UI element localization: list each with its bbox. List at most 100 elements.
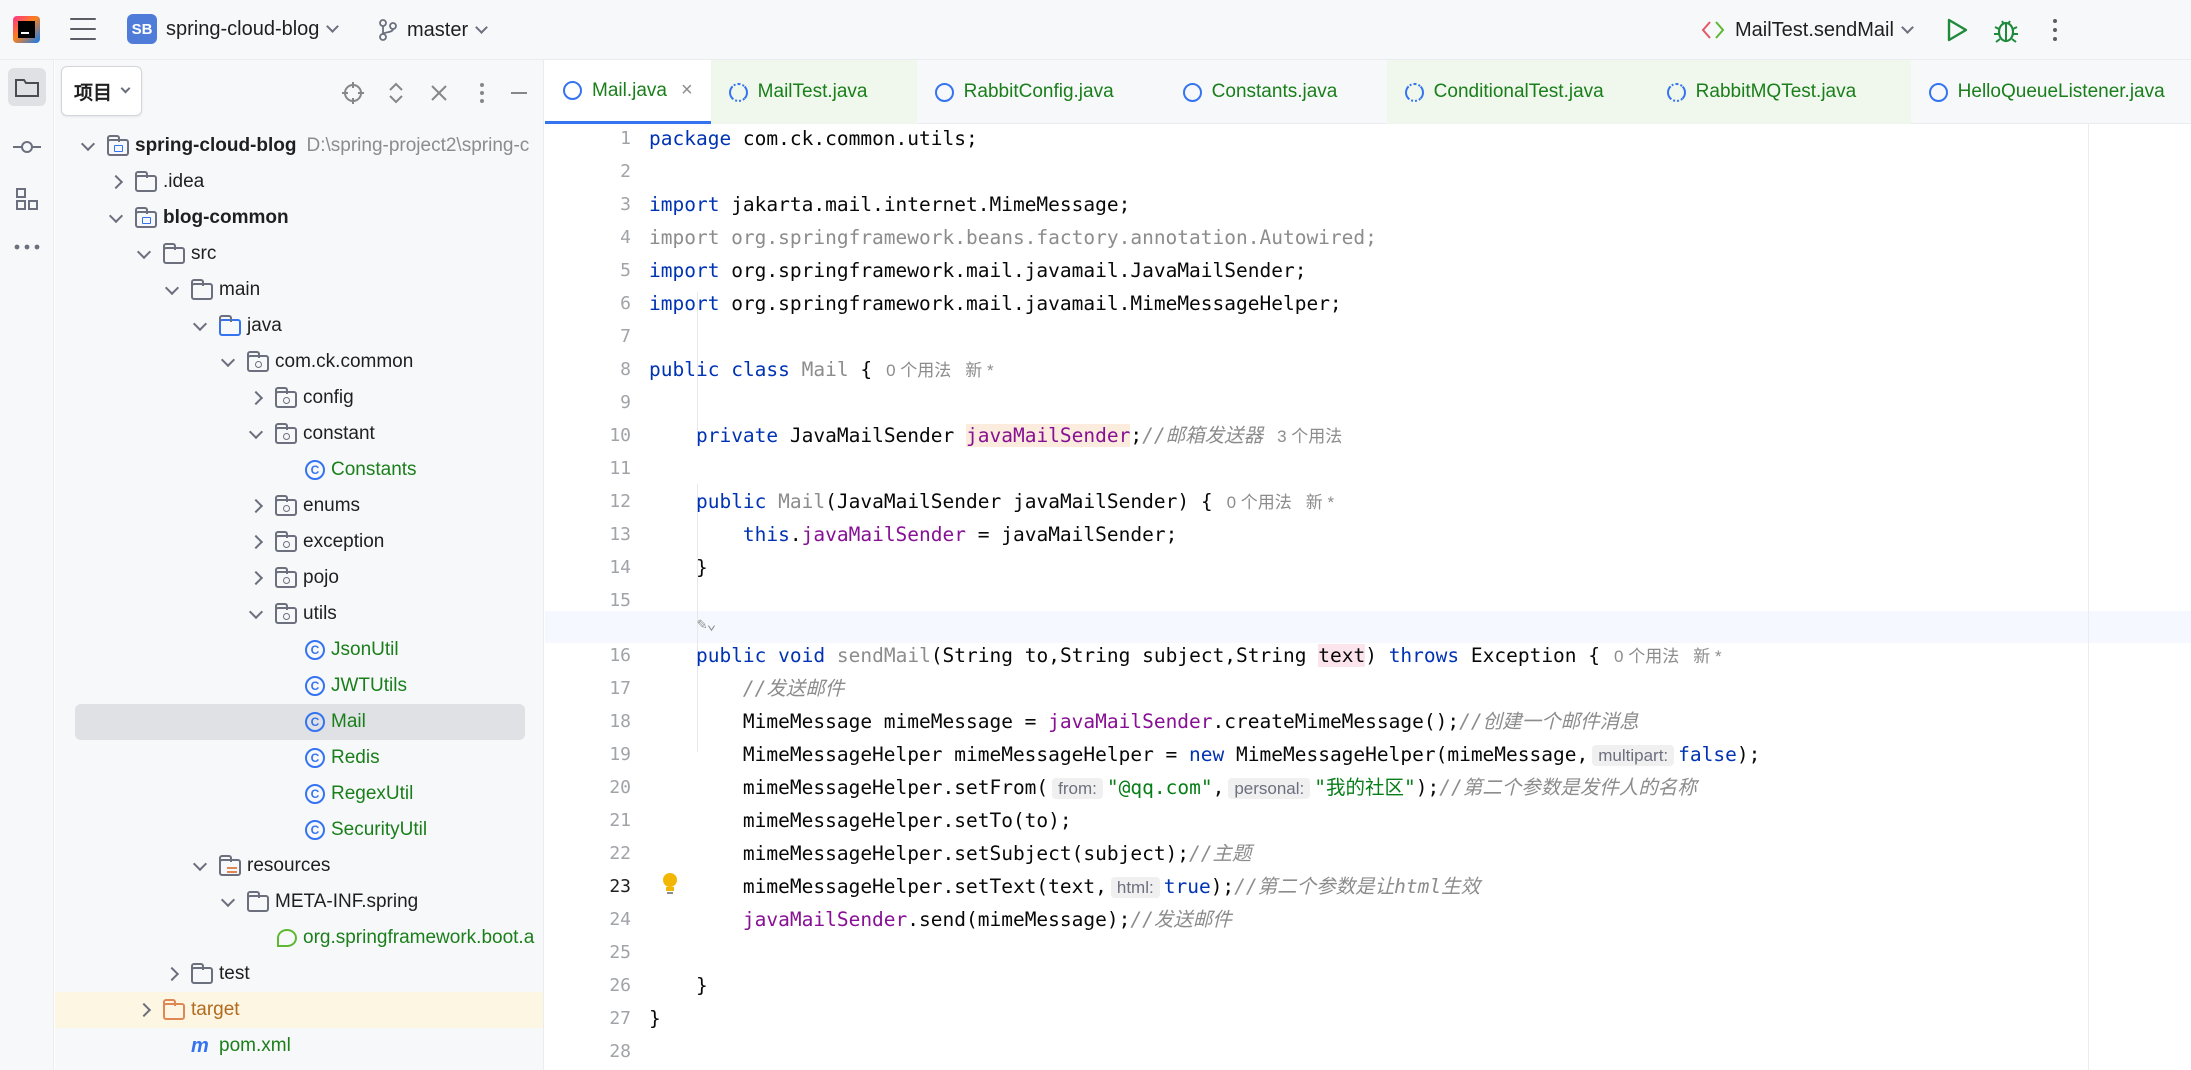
class-icon: C [305,784,325,804]
line-number: 26 [609,975,631,996]
tree-item-selected[interactable]: C Mail [75,704,525,740]
line-number: 8 [620,359,631,380]
package-icon [275,494,297,516]
line-number: 4 [620,227,631,248]
line-number: 11 [609,458,631,479]
tree-item[interactable]: test [55,956,543,992]
project-tool-button[interactable] [8,68,46,106]
chevron-down-icon [475,21,488,34]
tree-item[interactable]: .idea [55,164,543,200]
line-number: 7 [620,326,631,347]
locate-icon[interactable] [342,82,364,104]
more-actions-button[interactable] [2045,16,2065,44]
project-selector[interactable]: SB spring-cloud-blog [127,14,340,44]
tree-item[interactable]: C JWTUtils [55,668,543,704]
debug-button[interactable] [1992,15,2020,45]
tree-item[interactable]: blog-common [55,200,543,236]
line-number: 23 [609,876,631,897]
code-line: import org.springframework.mail.javamail… [649,259,1307,282]
param-hint: personal: [1228,778,1311,799]
structure-icon [16,188,38,210]
tree-item[interactable]: resources [55,848,543,884]
tab-conditionaltest-java[interactable]: ConditionalTest.java [1386,60,1649,124]
excluded-folder-icon [163,998,185,1020]
project-view-selector[interactable]: 项目 [61,66,143,116]
tab-rabbitconfig-java[interactable]: RabbitConfig.java [917,60,1165,124]
code-line: } [695,974,708,997]
tree-item[interactable]: META-INF.spring [55,884,543,920]
code-editor[interactable]: package com.ck.common.utils; import jaka… [649,124,2089,1070]
hide-panel-icon[interactable] [508,82,530,104]
tree-item[interactable]: org.springframework.boot.a [55,920,543,956]
options-icon[interactable] [471,82,493,104]
usage-hint: 0 个用法 [1226,493,1292,512]
folder-icon [135,170,157,192]
tree-item[interactable]: spring-cloud-blog D:\spring-project2\spri… [55,128,543,164]
code-line: public void sendMail(String to,String su… [695,644,1722,667]
project-badge: SB [127,14,157,44]
lightbulb-icon[interactable] [661,872,679,902]
tab-mail-java[interactable]: Mail.java × [545,60,711,124]
branch-selector[interactable]: master [378,14,488,46]
tree-item[interactable]: enums [55,488,543,524]
collapse-all-icon[interactable] [428,82,450,104]
package-icon [275,530,297,552]
line-number: 12 [609,491,631,512]
line-number-gutter: 1 2 3 4 5 6 7 8 9 10 11 12 13 14 15 16 17 18 19 20 21 22 23 24 2… [545,124,641,1070]
line-number: 19 [609,744,631,765]
code-line: javaMailSender.send(mimeMessage);//发送邮件 [742,908,1232,931]
folder-icon [15,79,39,97]
tree-item[interactable]: C JsonUtil [55,632,543,668]
editor-tabs: Mail.java × MailTest.java RabbitConfig.ja… [545,60,2191,124]
main-menu-button[interactable] [70,18,96,40]
code-line: public Mail(JavaMailSender javaMailSende… [695,490,1335,513]
line-number: 22 [609,843,631,864]
chevron-down-icon [120,83,131,94]
tab-helloqueuelistener-java[interactable]: HelloQueueListener.java [1911,60,2183,124]
ellipsis-icon [14,244,40,250]
intellij-logo-icon [13,16,40,43]
tree-item[interactable]: com.ck.common [55,344,543,380]
line-number: 18 [609,711,631,732]
structure-tool-button[interactable] [8,180,46,218]
chevron-down-icon [326,20,340,33]
close-icon[interactable]: × [681,79,693,102]
tree-item[interactable]: target [55,992,543,1028]
tree-item[interactable]: main [55,272,543,308]
tree-item[interactable]: config [55,380,543,416]
tree-item[interactable]: pojo [55,560,543,596]
tab-mailtest-java[interactable]: MailTest.java [710,60,917,124]
tree-item[interactable]: C RegexUtil [55,776,543,812]
project-panel-title: 项目 [74,82,113,104]
class-icon [1928,82,1948,102]
run-button[interactable] [1942,16,1970,44]
expand-all-icon[interactable] [385,82,407,104]
param-hint: html: [1110,877,1160,898]
tree-item[interactable]: m pom.xml [55,1028,543,1064]
tab-rabbitmqtest-java[interactable]: RabbitMQTest.java [1648,60,1911,124]
package-icon [275,566,297,588]
run-configuration-selector[interactable]: MailTest.sendMail [1700,14,1914,46]
ai-assist-icon[interactable]: ✎⌄ [697,609,716,639]
editor-area: Mail.java × MailTest.java RabbitConfig.ja… [545,60,2191,1070]
tree-item[interactable]: constant [55,416,543,452]
tree-item[interactable]: utils [55,596,543,632]
git-branch-icon [379,19,397,41]
tree-item[interactable]: C SecurityUtil [55,812,543,848]
maven-icon: m [191,1034,209,1057]
project-name: spring-cloud-blog [166,17,320,40]
commit-tool-button[interactable] [8,128,46,166]
tab-constants-java[interactable]: Constants.java [1165,60,1387,124]
more-tools-button[interactable] [8,228,46,266]
tree-item[interactable]: exception [55,524,543,560]
code-line: mimeMessageHelper.setSubject(subject);//… [742,842,1252,865]
code-line: package com.ck.common.utils; [649,127,978,150]
package-icon [275,602,297,624]
line-number: 9 [620,392,631,413]
line-number: 20 [609,777,631,798]
tree-item[interactable]: java [55,308,543,344]
tree-item[interactable]: C Constants [55,452,543,488]
resources-folder-icon [219,854,241,876]
tree-item[interactable]: src [55,236,543,272]
tree-item[interactable]: C Redis [55,740,543,776]
